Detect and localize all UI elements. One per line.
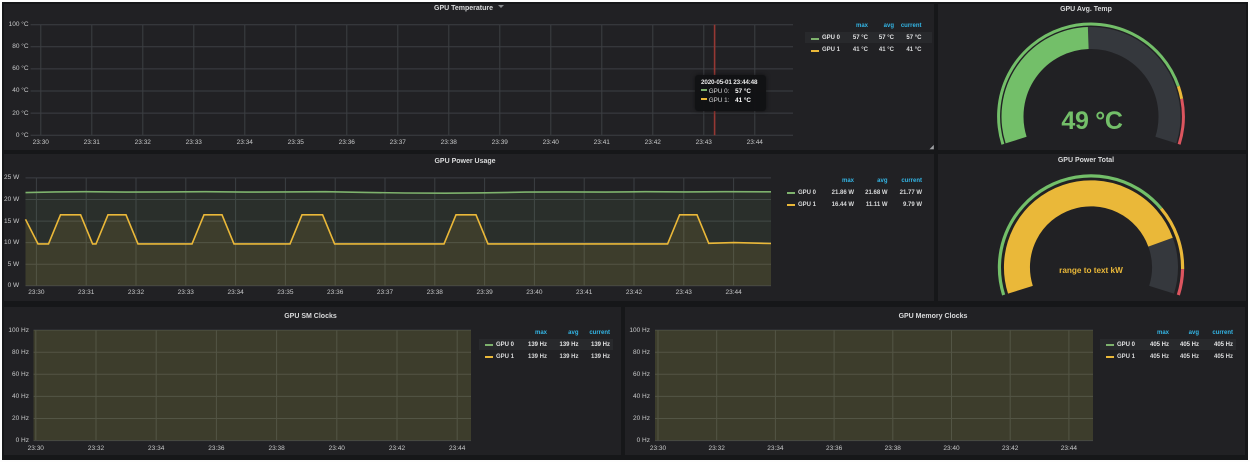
svg-text:range to text kW: range to text kW xyxy=(1059,266,1123,275)
svg-text:49 °C: 49 °C xyxy=(1061,107,1123,135)
